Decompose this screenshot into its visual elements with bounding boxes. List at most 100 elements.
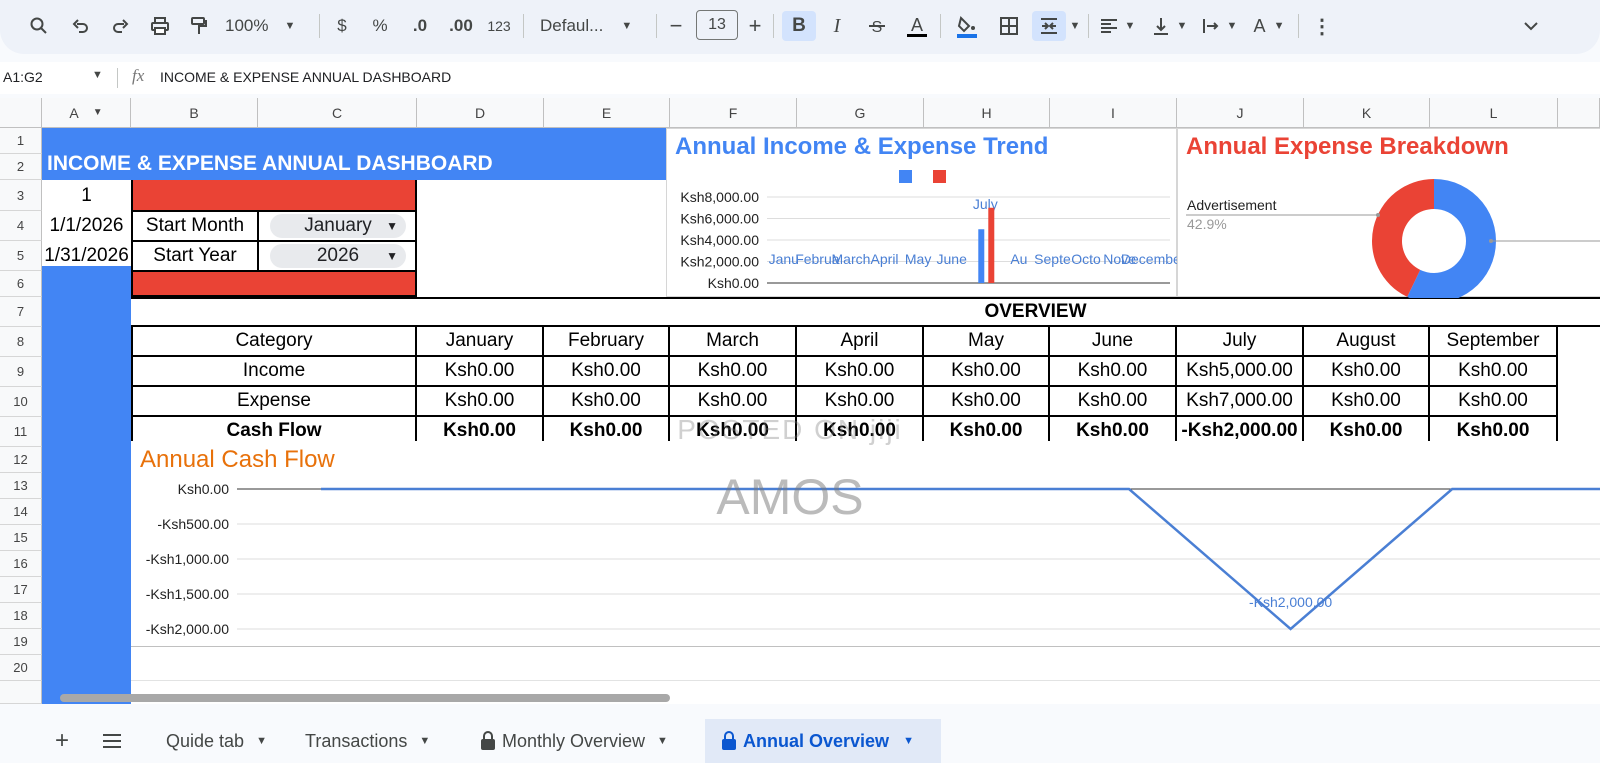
row-header[interactable]: 16 <box>0 551 42 577</box>
paint-format-icon[interactable] <box>186 11 212 41</box>
zoom-select[interactable]: 100% ▼ <box>225 11 315 41</box>
cell-expense-april[interactable]: Ksh0.00 <box>797 387 924 417</box>
spreadsheet-grid[interactable]: A ▼ B C D E F G H I J K L 1 2 3 4 5 6 7 8… <box>0 98 1600 704</box>
row-header[interactable] <box>0 681 42 704</box>
cell-income-september[interactable]: Ksh0.00 <box>1430 357 1558 387</box>
column-header-d[interactable]: D <box>417 98 544 128</box>
column-header-b[interactable]: B <box>131 98 258 128</box>
chevron-down-icon[interactable]: ▼ <box>92 69 103 81</box>
column-header-j[interactable]: J <box>1177 98 1304 128</box>
row-header[interactable]: 18 <box>0 603 42 629</box>
table-header-march[interactable]: March <box>670 327 797 357</box>
cell-income-july[interactable]: Ksh5,000.00 <box>1177 357 1304 387</box>
text-color-button[interactable]: A <box>902 11 932 41</box>
row-header[interactable]: 11 <box>0 417 42 447</box>
text-rotation-button[interactable]: A ▼ <box>1248 11 1290 41</box>
table-header-may[interactable]: May <box>924 327 1050 357</box>
print-icon[interactable] <box>147 11 173 41</box>
cell-expense-august[interactable]: Ksh0.00 <box>1304 387 1430 417</box>
cell-income-may[interactable]: Ksh0.00 <box>924 357 1050 387</box>
row-header[interactable]: 2 <box>0 154 42 180</box>
start-year-dropdown[interactable]: 2026 ▼ <box>270 244 406 268</box>
cell-income-february[interactable]: Ksh0.00 <box>544 357 670 387</box>
column-header-g[interactable]: G <box>797 98 924 128</box>
row-header[interactable]: 14 <box>0 499 42 525</box>
cell-expense-march[interactable]: Ksh0.00 <box>670 387 797 417</box>
cell-income-april[interactable]: Ksh0.00 <box>797 357 924 387</box>
name-box[interactable]: A1:G2 <box>3 69 43 85</box>
percent-button[interactable]: % <box>368 11 392 41</box>
merge-cells-icon[interactable] <box>1032 11 1066 41</box>
table-header-category[interactable]: Category <box>131 327 417 357</box>
sheet-tab-transactions[interactable]: Transactions ▼ <box>289 719 446 763</box>
filter-dropdown-icon[interactable]: ▼ <box>93 107 103 118</box>
row-header[interactable]: 20 <box>0 655 42 681</box>
sheet-tab-quide[interactable]: Quide tab ▼ <box>150 719 283 763</box>
font-size-increase-button[interactable]: + <box>744 11 766 41</box>
row-header[interactable]: 10 <box>0 387 42 417</box>
more-options-icon[interactable]: ⋮ <box>1310 11 1334 41</box>
vertical-align-icon[interactable]: ▼ <box>1148 11 1190 41</box>
cell-expense-may[interactable]: Ksh0.00 <box>924 387 1050 417</box>
cell-expense-september[interactable]: Ksh0.00 <box>1430 387 1558 417</box>
cell-income-june[interactable]: Ksh0.00 <box>1050 357 1177 387</box>
search-menus-icon[interactable] <box>26 11 52 41</box>
cell-income-january[interactable]: Ksh0.00 <box>417 357 544 387</box>
cell-a3[interactable]: 1 <box>42 180 131 211</box>
table-header-february[interactable]: February <box>544 327 670 357</box>
row-header[interactable]: 13 <box>0 473 42 499</box>
add-sheet-icon[interactable]: + <box>50 719 74 763</box>
all-sheets-icon[interactable] <box>100 719 124 763</box>
row-header[interactable]: 7 <box>0 297 42 327</box>
cell-expense-january[interactable]: Ksh0.00 <box>417 387 544 417</box>
row-header[interactable]: 6 <box>0 271 42 297</box>
column-header-f[interactable]: F <box>670 98 797 128</box>
font-size-input[interactable]: 13 <box>696 10 738 40</box>
text-wrap-icon[interactable]: ▼ <box>1198 11 1240 41</box>
cell-a5[interactable]: 1/31/2026 <box>42 241 131 271</box>
column-header-h[interactable]: H <box>924 98 1050 128</box>
table-header-june[interactable]: June <box>1050 327 1177 357</box>
row-header[interactable]: 4 <box>0 211 42 241</box>
redo-icon[interactable] <box>107 11 133 41</box>
column-header-k[interactable]: K <box>1304 98 1430 128</box>
sheet-tab-monthly-overview[interactable]: Monthly Overview ▼ <box>464 719 684 763</box>
table-header-july[interactable]: July <box>1177 327 1304 357</box>
table-header-april[interactable]: April <box>797 327 924 357</box>
undo-icon[interactable] <box>68 11 94 41</box>
row-header[interactable]: 5 <box>0 241 42 271</box>
row-header[interactable]: 9 <box>0 357 42 387</box>
table-header-august[interactable]: August <box>1304 327 1430 357</box>
sheet-tab-annual-overview[interactable]: Annual Overview ▼ <box>705 719 941 763</box>
income-expense-trend-chart[interactable]: Annual Income & Expense Trend Ksh8,000.0… <box>666 128 1178 297</box>
column-header-m[interactable] <box>1558 98 1600 128</box>
table-header-september[interactable]: September <box>1430 327 1558 357</box>
dashboard-title[interactable]: INCOME & EXPENSE ANNUAL DASHBOARD <box>42 128 670 180</box>
cell-income-august[interactable]: Ksh0.00 <box>1304 357 1430 387</box>
column-header-l[interactable]: L <box>1430 98 1558 128</box>
strikethrough-icon[interactable]: S <box>862 11 892 41</box>
currency-button[interactable]: $ <box>330 11 354 41</box>
cell-expense-july[interactable]: Ksh7,000.00 <box>1177 387 1304 417</box>
select-all-corner[interactable] <box>0 98 42 128</box>
collapse-toolbar-icon[interactable] <box>1516 11 1546 41</box>
cell-a4[interactable]: 1/1/2026 <box>42 211 131 241</box>
bold-button[interactable]: B <box>782 11 816 41</box>
row-header[interactable]: 1 <box>0 128 42 154</box>
increase-decimal-button[interactable]: .00 <box>446 11 476 41</box>
cell-expense-february[interactable]: Ksh0.00 <box>544 387 670 417</box>
horizontal-scrollbar[interactable] <box>60 694 670 702</box>
borders-icon[interactable] <box>994 11 1024 41</box>
italic-button[interactable]: I <box>822 11 852 41</box>
font-size-decrease-button[interactable]: − <box>665 11 687 41</box>
column-header-a[interactable]: A ▼ <box>42 98 131 128</box>
merge-dropdown-icon[interactable]: ▼ <box>1068 11 1082 41</box>
fill-color-icon[interactable] <box>952 11 982 41</box>
row-label-expense[interactable]: Expense <box>131 387 417 417</box>
row-header[interactable]: 17 <box>0 577 42 603</box>
font-select[interactable]: Defaul... ▼ <box>540 11 645 41</box>
row-header[interactable]: 19 <box>0 629 42 655</box>
cell-income-march[interactable]: Ksh0.00 <box>670 357 797 387</box>
cell-expense-june[interactable]: Ksh0.00 <box>1050 387 1177 417</box>
number-format-button[interactable]: 123 <box>484 11 514 41</box>
